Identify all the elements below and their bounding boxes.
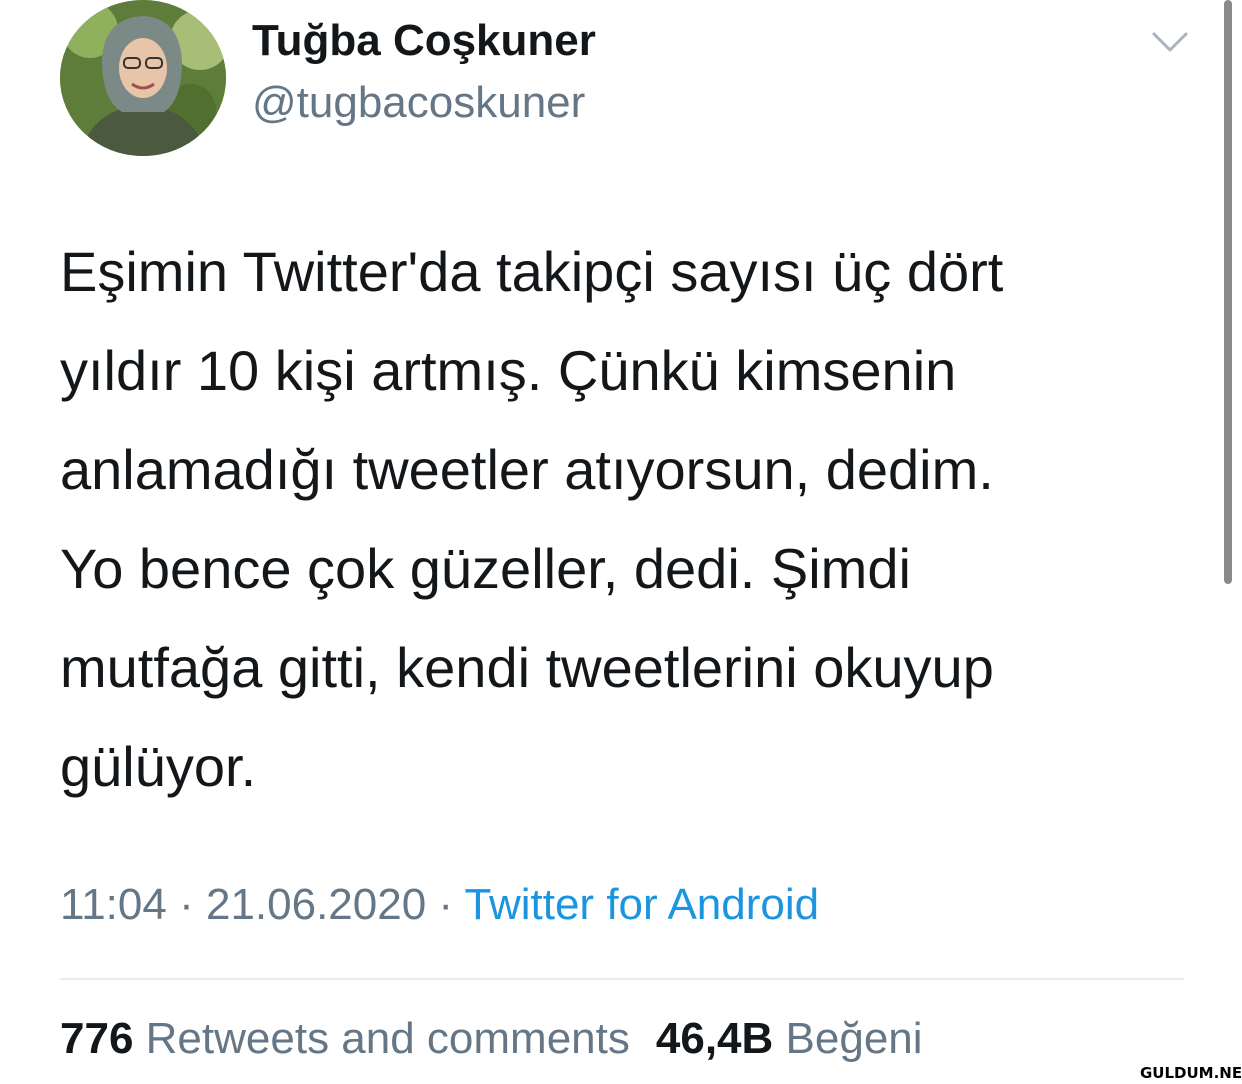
tweet-line: mutfağa gitti, kendi tweetlerini okuyup bbox=[60, 636, 994, 699]
tweet-line: yıldır 10 kişi artmış. Çünkü kimsenin bbox=[60, 339, 957, 402]
likes-count: 46,4B bbox=[655, 1014, 774, 1063]
meta-separator: · bbox=[438, 880, 454, 929]
tweet-line: anlamadığı tweetler atıyorsun, dedim. bbox=[60, 438, 994, 501]
divider bbox=[60, 978, 1184, 980]
avatar[interactable] bbox=[60, 0, 226, 156]
tweet-time: 11:04 bbox=[60, 880, 167, 929]
scrollbar[interactable] bbox=[1224, 0, 1232, 584]
likes-label: Beğeni bbox=[785, 1014, 923, 1063]
tweet-line: gülüyor. bbox=[60, 735, 257, 798]
likes-stat[interactable]: 46,4B Beğeni bbox=[656, 1014, 923, 1063]
tweet-line: Eşimin Twitter'da takipçi sayısı üç dört bbox=[60, 240, 1004, 303]
meta-separator: · bbox=[179, 880, 194, 929]
tweet-text: Eşimin Twitter'da takipçi sayısı üç dört… bbox=[60, 222, 1200, 816]
tweet-source-link[interactable]: Twitter for Android bbox=[465, 880, 820, 929]
tweet-meta: 11:04 · 21.06.2020 · Twitter for Android bbox=[60, 880, 819, 930]
tweet-line: Yo bence çok güzeller, dedi. Şimdi bbox=[60, 537, 911, 600]
watermark: GULDUM.NET bbox=[1136, 1064, 1242, 1082]
avatar-photo bbox=[60, 0, 226, 156]
chevron-down-icon[interactable] bbox=[1150, 28, 1190, 56]
user-handle[interactable]: @tugbacoskuner bbox=[252, 78, 585, 128]
display-name[interactable]: Tuğba Coşkuner bbox=[252, 16, 596, 66]
tweet-stats: 776 Retweets and comments 46,4B Beğeni bbox=[60, 1014, 923, 1064]
retweets-count: 776 bbox=[60, 1014, 134, 1063]
tweet-date: 21.06.2020 bbox=[205, 880, 427, 929]
retweets-stat[interactable]: 776 Retweets and comments bbox=[60, 1014, 630, 1063]
retweets-label: Retweets and comments bbox=[145, 1014, 630, 1063]
